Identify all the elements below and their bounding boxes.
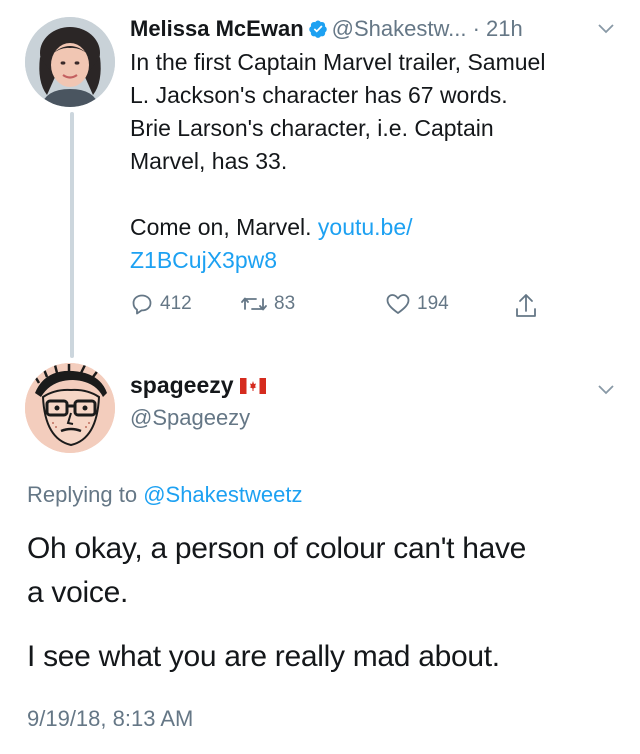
thread-connector-line <box>70 112 74 358</box>
reply-icon <box>132 294 152 315</box>
share-icon <box>516 294 536 317</box>
avatar-spageezy[interactable] <box>25 363 115 453</box>
like-count: 194 <box>417 293 449 314</box>
tweet-time[interactable]: 21h <box>486 16 523 41</box>
tweet-timestamp[interactable]: 9/19/18, 8:13 AM <box>27 704 193 734</box>
replying-to-line: Replying to @Shakestweetz <box>27 480 302 510</box>
replying-to-label: Replying to <box>27 482 144 507</box>
tweet-text-line: I see what you are really mad about. <box>27 640 500 673</box>
author-handle[interactable]: @Spageezy <box>130 403 250 433</box>
share-button[interactable] <box>514 292 544 320</box>
tweet1-header: Melissa McEwan @Shakestw... · 21h <box>130 14 630 44</box>
retweet-count: 83 <box>274 293 296 314</box>
tweet2-body: Oh okay, a person of colour can't have a… <box>27 527 627 679</box>
replying-to-handle[interactable]: @Shakestweetz <box>143 482 302 507</box>
youtube-link[interactable]: youtu.be/ <box>318 214 413 240</box>
tweet-text-line: L. Jackson's character has 67 words. <box>130 82 508 108</box>
author-name[interactable]: spageezy <box>130 370 266 400</box>
tweet-text-line: Come on, Marvel. youtu.be/ <box>130 211 620 244</box>
tweet-text-line: In the first Captain Marvel trailer, Sam… <box>130 49 546 75</box>
reply-count: 412 <box>160 293 192 314</box>
tweet1-actions: 412 83 194 <box>130 292 560 322</box>
author-name-text: spageezy <box>130 372 234 398</box>
header-separator: · <box>466 16 487 41</box>
avatar-melissa[interactable] <box>25 17 115 107</box>
retweet-icon <box>241 297 267 311</box>
chevron-down-icon[interactable] <box>596 383 616 397</box>
canada-flag-icon <box>239 378 266 394</box>
author-name[interactable]: Melissa McEwan <box>130 16 304 41</box>
heart-icon <box>386 294 410 314</box>
like-button[interactable]: 194 <box>385 292 449 316</box>
chevron-down-icon[interactable] <box>596 22 616 36</box>
tweet-text: Come on, Marvel. <box>130 214 318 240</box>
tweet-text-line: Brie Larson's character, i.e. Captain <box>130 115 494 141</box>
verified-badge-icon <box>308 20 327 38</box>
youtube-link-continued[interactable]: Z1BCujX3pw8 <box>130 247 277 273</box>
tweet1-body: In the first Captain Marvel trailer, Sam… <box>130 46 620 277</box>
reply-button[interactable]: 412 <box>130 292 192 316</box>
tweet-text-line: Oh okay, a person of colour can't have <box>27 532 527 565</box>
author-handle[interactable]: @Shakestw... <box>332 16 467 41</box>
tweet-text-line: Marvel, has 33. <box>130 148 288 174</box>
retweet-button[interactable]: 83 <box>240 292 295 316</box>
tweet-text-line: a voice. <box>27 576 128 609</box>
